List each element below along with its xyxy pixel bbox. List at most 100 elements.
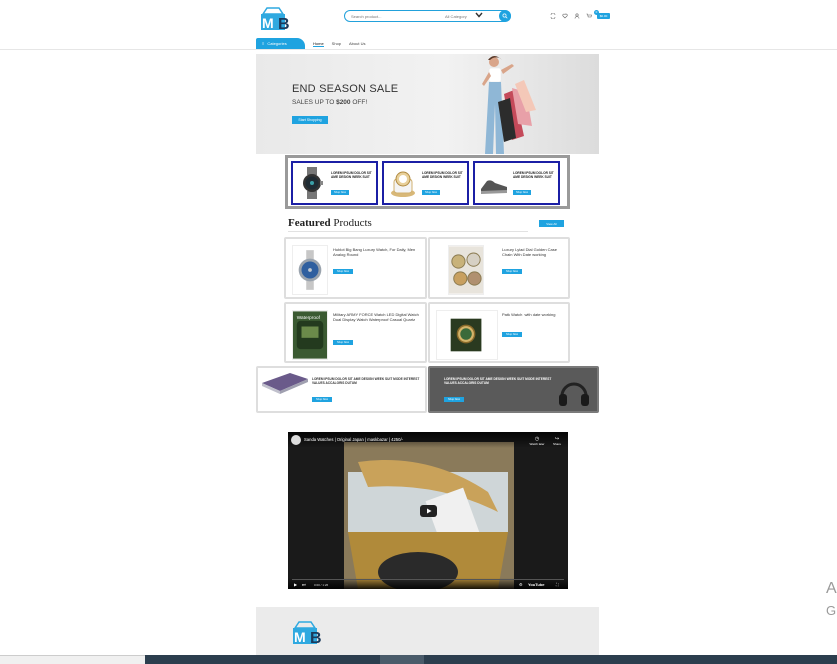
product-image bbox=[436, 310, 498, 360]
shop-now-button[interactable]: Shop Now bbox=[333, 340, 353, 345]
youtube-logo[interactable]: YouTube bbox=[528, 582, 545, 587]
play-small-icon[interactable]: ▶ bbox=[294, 582, 297, 587]
featured-divider bbox=[288, 231, 528, 232]
product-image bbox=[292, 245, 328, 295]
fullscreen-icon[interactable]: ⛶ bbox=[556, 582, 559, 587]
wide-promo-card[interactable]: LOREM IPSUM DOLOR SIT AME DESIGN WEEK SU… bbox=[428, 366, 599, 413]
product-name[interactable]: Luxury Lylad Dial Golden Case Chain With… bbox=[502, 247, 568, 258]
svg-text:B: B bbox=[310, 630, 322, 647]
cart-total-button[interactable]: 0 $0.00 bbox=[594, 10, 610, 19]
logo-icon[interactable]: M B bbox=[259, 5, 295, 35]
hero-subtitle-prefix: SALES UP TO bbox=[292, 99, 337, 106]
share-label: Share bbox=[552, 442, 561, 446]
product-name[interactable]: Hublot Big Bang Luxury Watch, For Daily,… bbox=[333, 247, 423, 258]
featured-title-bold: Featured bbox=[288, 217, 331, 229]
channel-avatar[interactable] bbox=[291, 435, 301, 445]
laptop-image bbox=[262, 373, 308, 394]
heart-icon[interactable] bbox=[561, 12, 569, 20]
promo-card[interactable]: LOREM IPSUM DOLOR SIT AME DESIGN WEEK SU… bbox=[291, 161, 378, 205]
wide-promo-text: LOREM IPSUM DOLOR SIT AME DESIGN WEEK SU… bbox=[312, 377, 420, 386]
hero-subtitle-suffix: OFF! bbox=[350, 99, 368, 106]
featured-title-rest: Products bbox=[330, 217, 372, 229]
nav-about[interactable]: About Us bbox=[349, 41, 365, 47]
user-icon[interactable] bbox=[573, 12, 581, 20]
search-button[interactable] bbox=[499, 10, 511, 22]
video-progress-bar[interactable] bbox=[292, 579, 564, 580]
search-category[interactable]: All Category bbox=[445, 14, 475, 19]
view-all-button[interactable]: View All bbox=[539, 220, 564, 227]
play-button[interactable] bbox=[420, 505, 437, 517]
product-card[interactable]: Hublot Big Bang Luxury Watch, For Daily,… bbox=[284, 237, 427, 299]
svg-text:M: M bbox=[294, 629, 306, 645]
watch-later-button[interactable]: ◷ Watch later bbox=[526, 436, 548, 446]
share-button[interactable]: ↪ Share bbox=[546, 436, 568, 446]
categories-button[interactable]: ≡ Categories bbox=[256, 38, 305, 49]
side-letter-g: G bbox=[826, 603, 837, 618]
watch-image bbox=[303, 167, 323, 199]
taskbar-active-item[interactable] bbox=[380, 655, 424, 664]
chevron-down-icon[interactable] bbox=[475, 12, 487, 20]
shop-now-button[interactable]: Shop Now bbox=[502, 269, 522, 274]
side-letter-a: A bbox=[826, 580, 837, 597]
shop-now-button[interactable]: Shop Now bbox=[444, 397, 464, 402]
watch-later-label: Watch later bbox=[529, 442, 545, 446]
taskbar-left bbox=[0, 655, 145, 664]
svg-text:Waterproof: Waterproof bbox=[297, 315, 321, 321]
svg-text:M: M bbox=[262, 15, 274, 31]
video-player[interactable]: Sanda Watches | Original Japan | maskbaz… bbox=[288, 432, 568, 589]
search-input[interactable] bbox=[345, 13, 445, 19]
shoe-image bbox=[481, 180, 507, 194]
headphones-image bbox=[559, 382, 589, 406]
promo-row: LOREM IPSUM DOLOR SIT AME DESIGN WEEK SU… bbox=[285, 155, 570, 209]
product-image: Waterproof bbox=[292, 310, 328, 360]
hero-title: END SEASON SALE bbox=[292, 83, 399, 95]
shop-now-button[interactable]: Shop Now bbox=[331, 190, 349, 195]
start-shopping-button[interactable]: Start Shopping bbox=[292, 116, 328, 124]
site-header: M B All Category bbox=[0, 0, 837, 50]
product-card[interactable]: Luxury Lylad Dial Golden Case Chain With… bbox=[428, 237, 570, 299]
next-icon[interactable]: ⏭ bbox=[302, 582, 306, 587]
product-name[interactable]: Military ARMY FORCE Watch LED Digital Wa… bbox=[333, 312, 423, 323]
svg-text:B: B bbox=[278, 16, 290, 33]
hero-subtitle: SALES UP TO $200 OFF! bbox=[292, 99, 367, 106]
cart-count-badge: 0 bbox=[594, 10, 599, 15]
shop-now-button[interactable]: Shop Now bbox=[513, 190, 531, 195]
search-icon bbox=[502, 13, 508, 19]
taskbar bbox=[145, 655, 837, 664]
hero-model-image bbox=[482, 56, 536, 154]
product-name[interactable]: Patk Watch ⁣ with date working bbox=[502, 312, 568, 317]
cart-total: $0.00 bbox=[599, 14, 608, 18]
nav-shop[interactable]: Shop bbox=[332, 41, 341, 47]
video-time: 0:00 / 1:26 bbox=[314, 583, 329, 587]
menu-icon: ≡ bbox=[262, 41, 265, 46]
promo-card[interactable]: LOREM IPSUM DOLOR SIT AME DESIGN WEEK SU… bbox=[382, 161, 469, 205]
search-bar: All Category bbox=[344, 10, 511, 22]
cart-icon[interactable] bbox=[585, 12, 593, 20]
main-nav: Home Shop About Us bbox=[313, 41, 365, 47]
watch-image bbox=[391, 171, 415, 197]
wide-promo-text: LOREM IPSUM DOLOR SIT AME DESIGN WEEK SU… bbox=[444, 377, 552, 386]
play-icon bbox=[426, 508, 431, 514]
page: M B All Category bbox=[0, 0, 837, 664]
shop-now-button[interactable]: Shop Now bbox=[312, 397, 332, 402]
featured-title: Featured Products bbox=[288, 217, 372, 229]
wide-promo-card[interactable]: LOREM IPSUM DOLOR SIT AME DESIGN WEEK SU… bbox=[256, 366, 427, 413]
promo-text: LOREM IPSUM DOLOR SIT AME DESIGN WEEK SU… bbox=[331, 171, 372, 179]
footer-logo-icon[interactable]: M B bbox=[291, 619, 327, 649]
shop-now-button[interactable]: Shop Now bbox=[333, 269, 353, 274]
promo-card[interactable]: LOREM IPSUM DOLOR SIT AME DESIGN WEEK SU… bbox=[473, 161, 560, 205]
hero-banner: END SEASON SALE SALES UP TO $200 OFF! St… bbox=[256, 54, 599, 154]
compare-icon[interactable] bbox=[549, 12, 557, 20]
hero-subtitle-amount: $200 bbox=[336, 99, 351, 106]
shop-now-button[interactable]: Shop Now bbox=[502, 332, 522, 337]
shop-now-button[interactable]: Shop Now bbox=[422, 190, 440, 195]
categories-label: Categories bbox=[267, 41, 287, 46]
promo-text: LOREM IPSUM DOLOR SIT AME DESIGN WEEK SU… bbox=[422, 171, 463, 179]
video-title[interactable]: Sanda Watches | Original Japan | maskbaz… bbox=[304, 437, 403, 442]
promo-text: LOREM IPSUM DOLOR SIT AME DESIGN WEEK SU… bbox=[513, 171, 554, 179]
product-card[interactable]: Waterproof Military ARMY FORCE Watch LED… bbox=[284, 302, 427, 363]
settings-icon[interactable]: ⚙ bbox=[519, 582, 523, 587]
product-card[interactable]: Patk Watch ⁣ with date working Shop Now bbox=[428, 302, 570, 363]
nav-home[interactable]: Home bbox=[313, 41, 324, 47]
product-image bbox=[448, 245, 484, 295]
